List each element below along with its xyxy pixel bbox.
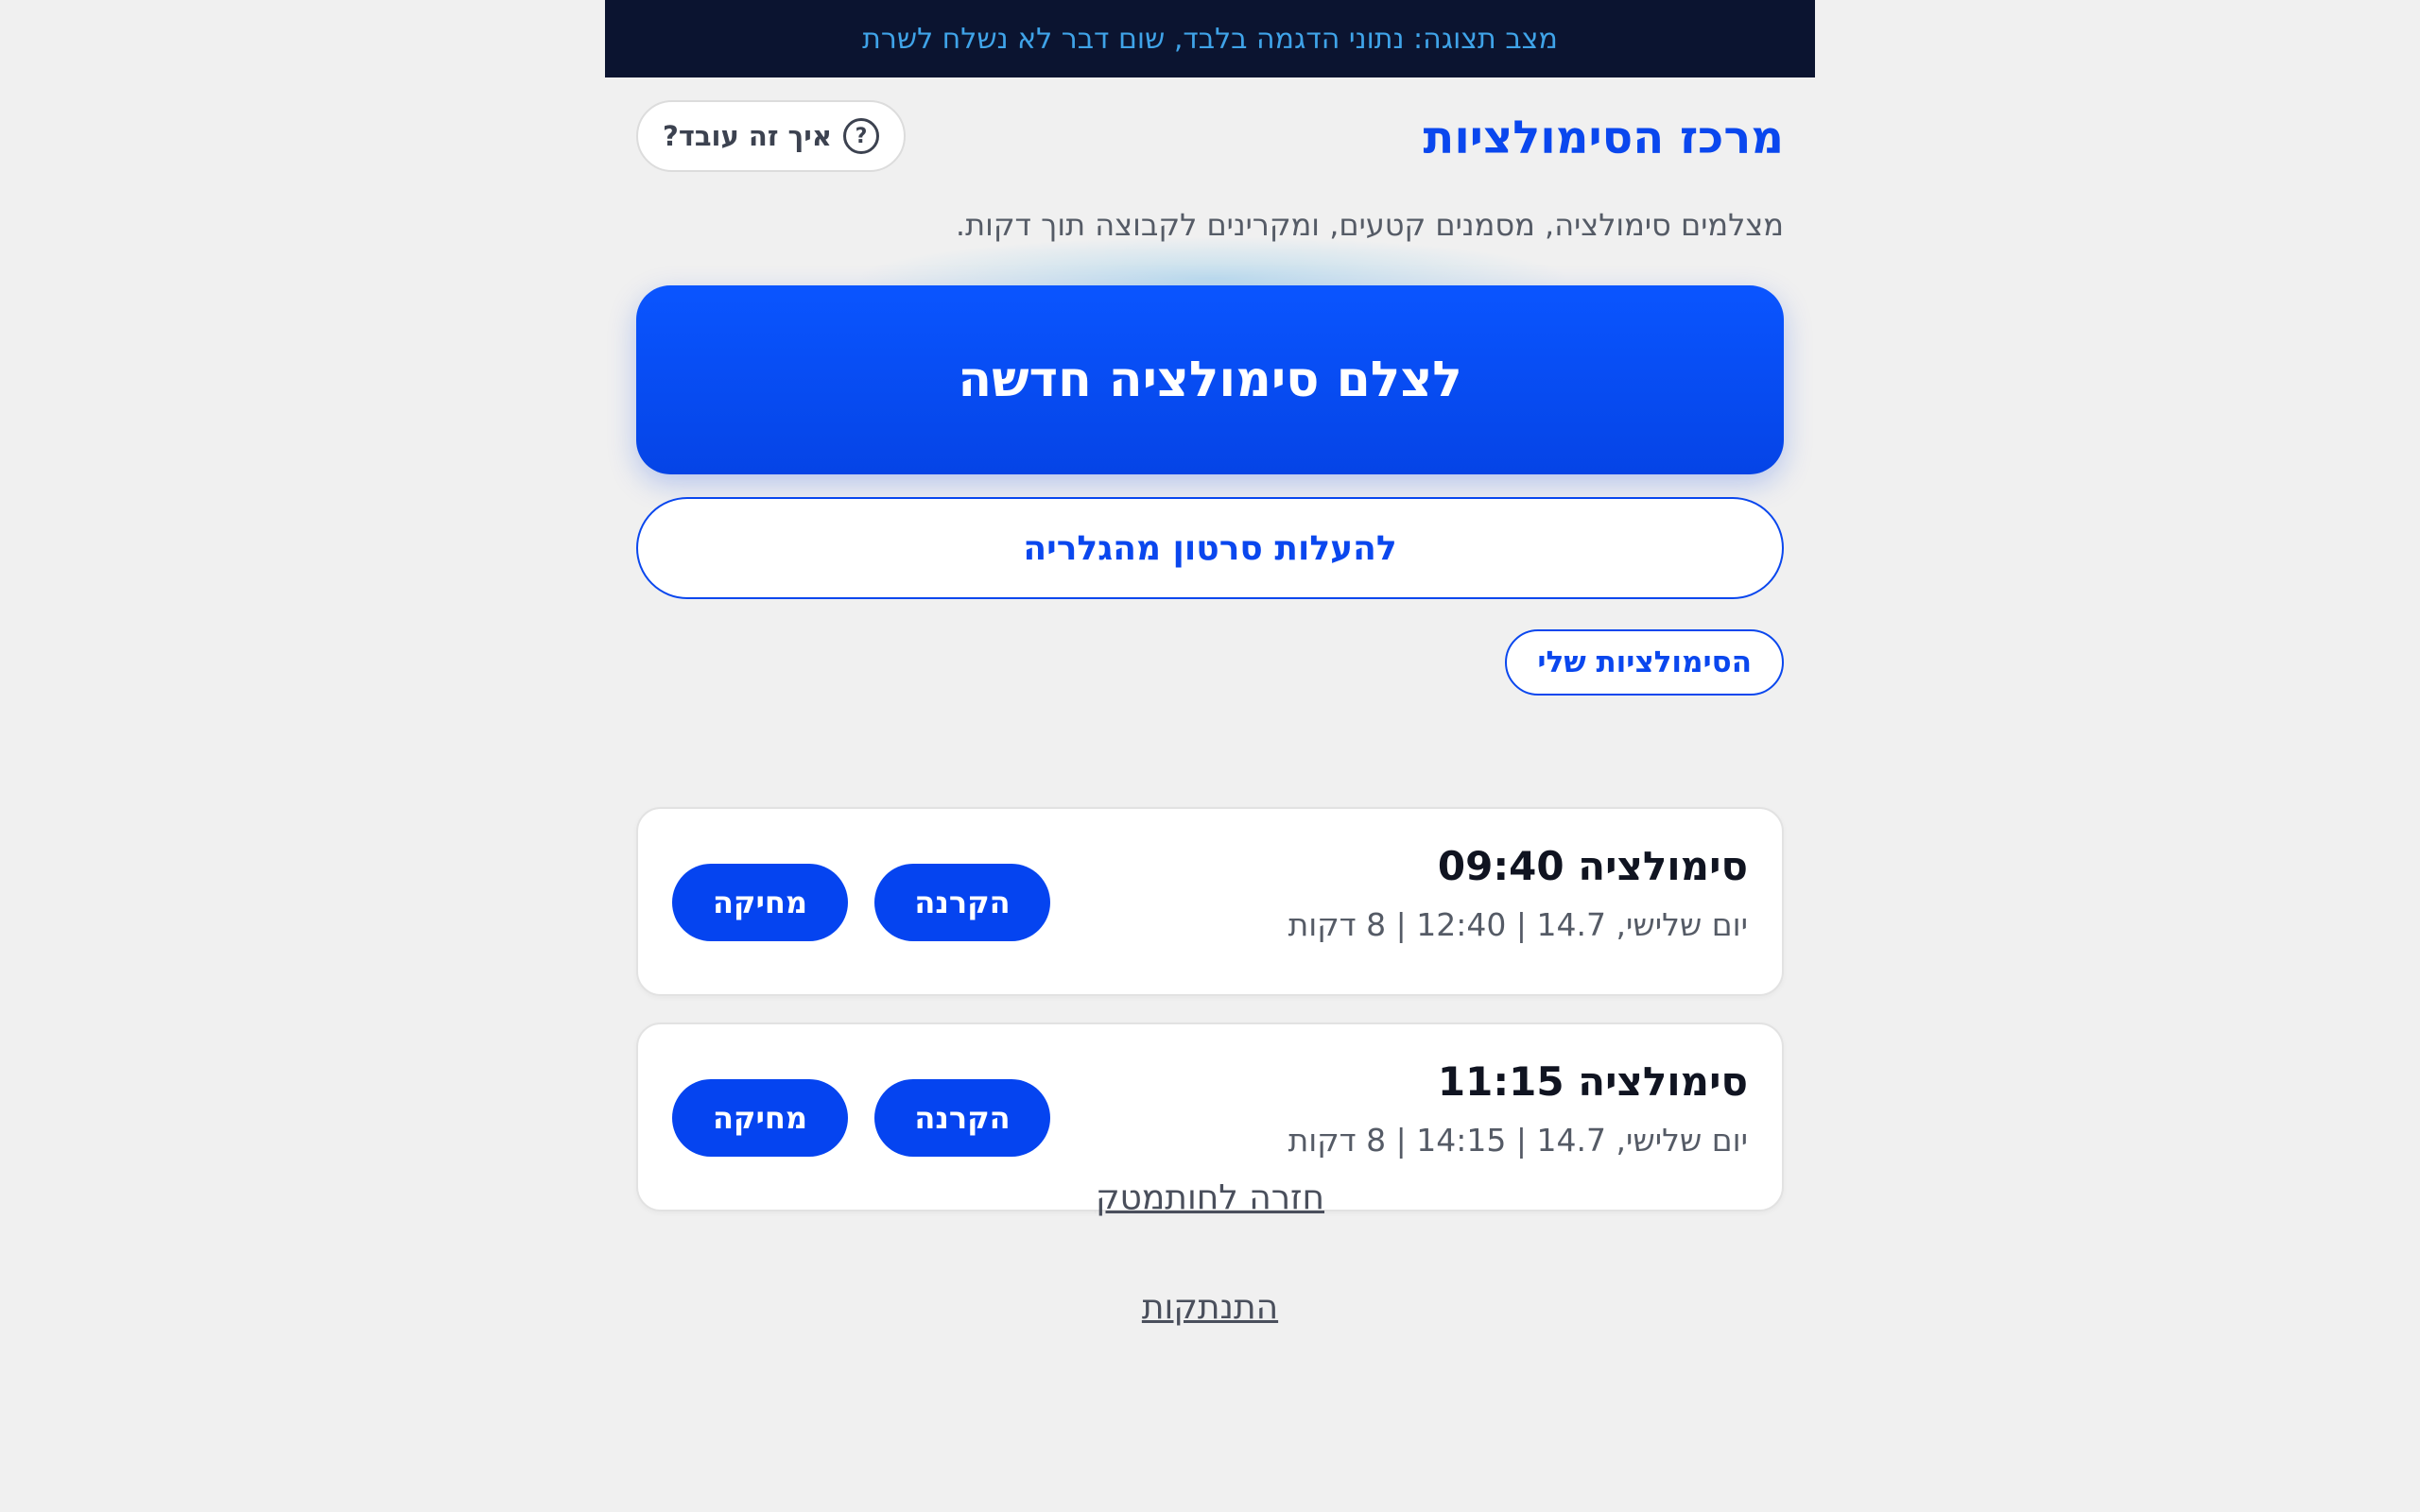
page-subtitle: מצלמים סימולציה, מסמנים קטעים, ומקרינים … — [955, 207, 1784, 243]
back-to-hotamtek-link[interactable]: חזרה לחותמטק — [1096, 1178, 1324, 1217]
simulation-meta: יום שלישי, 14.7 | 12:40 | 8 דקות — [1288, 906, 1748, 943]
simulation-meta: יום שלישי, 14.7 | 14:15 | 8 דקות — [1288, 1122, 1748, 1159]
how-it-works-label: איך זה עובד? — [663, 120, 832, 152]
question-circle-icon: ? — [842, 118, 879, 154]
header: מרכז הסימולציות ? איך זה עובד? — [636, 100, 1784, 176]
logout-link[interactable]: התנתקות — [1142, 1288, 1278, 1327]
play-simulation-button[interactable]: הקרנה — [874, 1079, 1050, 1157]
back-link-container: חזרה לחותמטק — [636, 1177, 1784, 1219]
record-new-simulation-button[interactable]: לצלם סימולציה חדשה — [636, 285, 1784, 474]
logout-link-container: התנתקות — [636, 1287, 1784, 1329]
simulation-card: סימולציה 09:40 יום שלישי, 14.7 | 12:40 |… — [636, 807, 1784, 996]
play-simulation-button[interactable]: הקרנה — [874, 864, 1050, 941]
simulation-title: סימולציה 09:40 — [1437, 843, 1748, 889]
delete-simulation-button[interactable]: מחיקה — [672, 1079, 848, 1157]
delete-simulation-button[interactable]: מחיקה — [672, 864, 848, 941]
how-it-works-button[interactable]: ? איך זה עובד? — [636, 100, 906, 172]
demo-mode-banner: מצב תצוגה: נתוני הדגמה בלבד, שום דבר לא … — [605, 0, 1815, 77]
upload-from-gallery-button[interactable]: להעלות סרטון מהגלריה — [636, 497, 1784, 599]
simulation-title: סימולציה 11:15 — [1437, 1058, 1748, 1105]
page-title: מרכז הסימולציות — [1423, 112, 1784, 164]
demo-mode-banner-text: מצב תצוגה: נתוני הדגמה בלבד, שום דבר לא … — [862, 22, 1558, 56]
app-root: מצב תצוגה: נתוני הדגמה בלבד, שום דבר לא … — [605, 0, 1815, 1512]
my-simulations-chip[interactable]: הסימולציות שלי — [1505, 629, 1784, 696]
